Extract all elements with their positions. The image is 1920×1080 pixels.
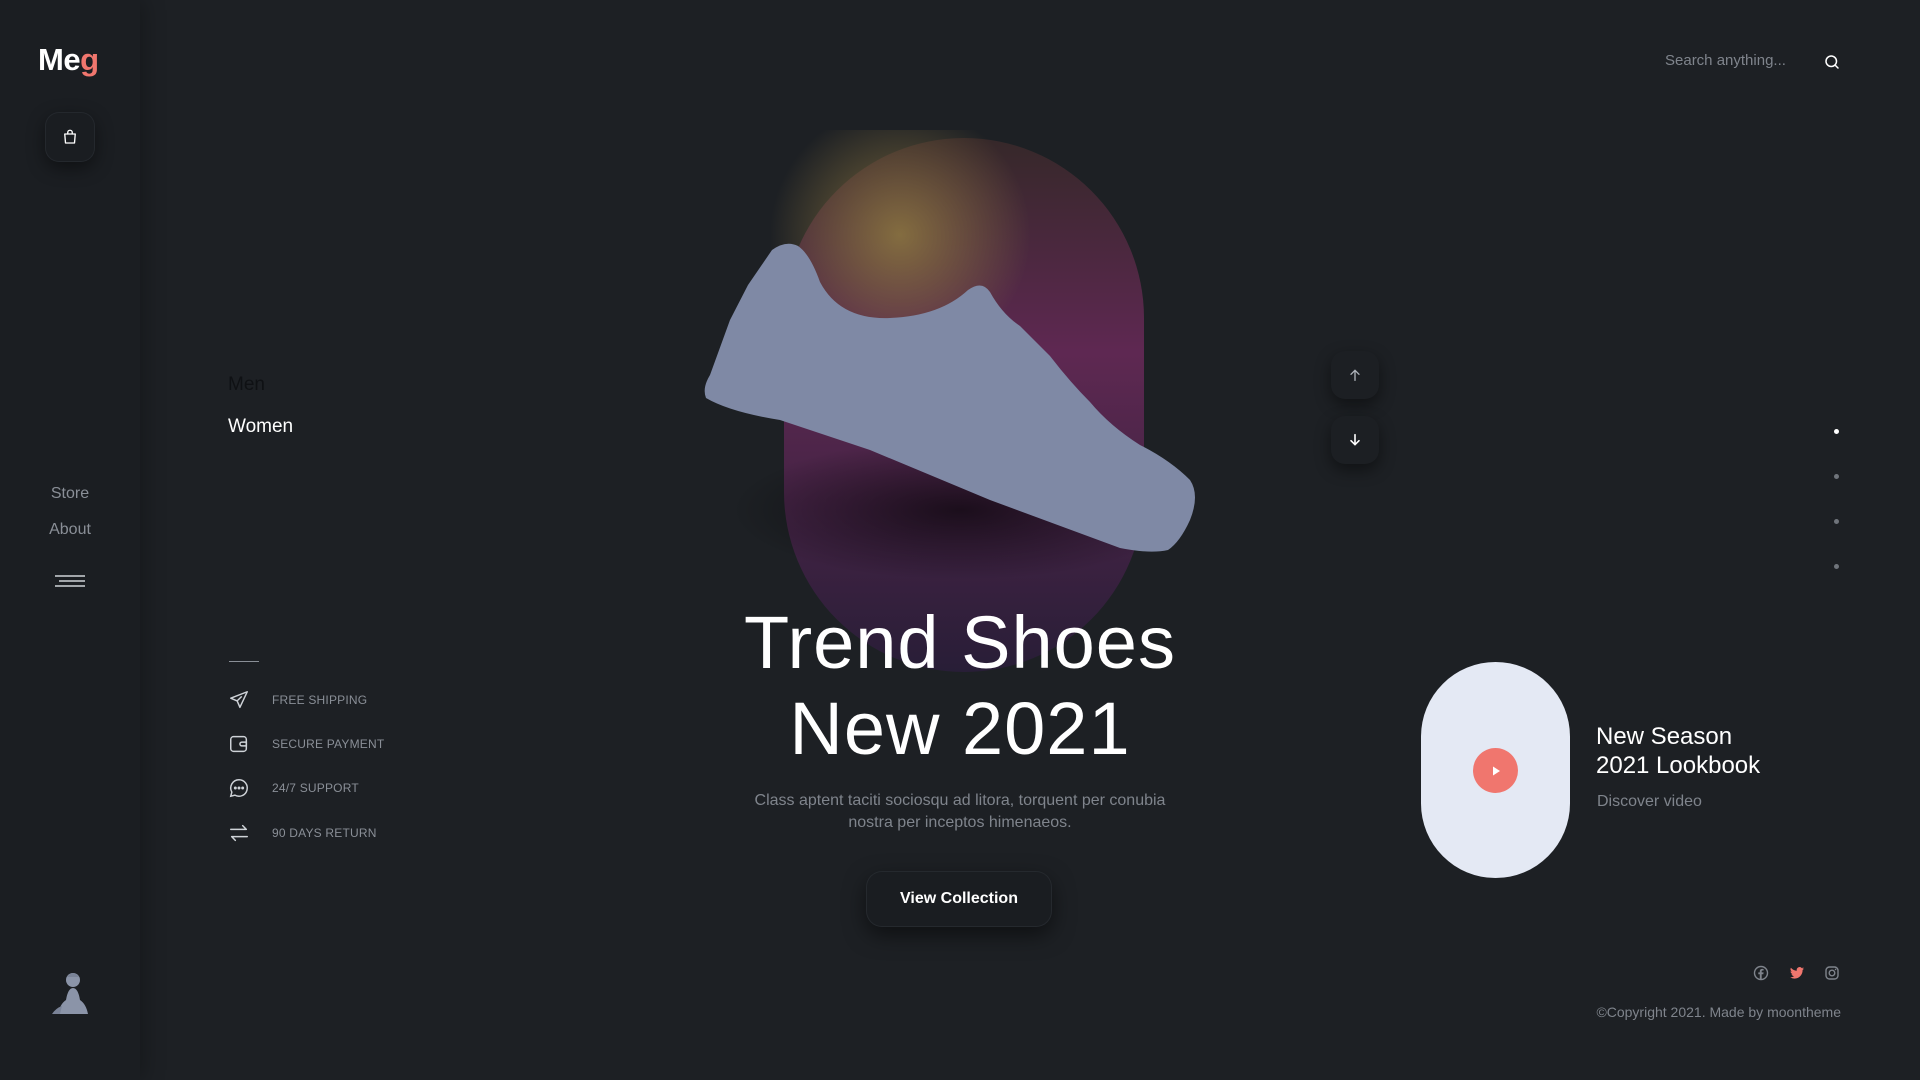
lookbook-title-line2: 2021 Lookbook xyxy=(1596,752,1761,779)
logo-text: Me xyxy=(38,42,81,77)
feature-label: FREE SHIPPING xyxy=(272,693,368,707)
play-video-button[interactable] xyxy=(1473,748,1518,793)
category-women[interactable]: Women xyxy=(228,416,293,438)
shopping-bag-icon xyxy=(64,129,76,144)
search-icon[interactable] xyxy=(1823,53,1841,71)
category-men[interactable]: Men xyxy=(228,374,265,396)
copyright-text: ©Copyright 2021. Made by moontheme xyxy=(1596,1004,1841,1020)
wallet-icon xyxy=(230,735,248,753)
sidebar: Meg Store About xyxy=(0,0,140,1080)
hero-title-line1: Trend Shoes xyxy=(744,601,1176,684)
slide-dot-4[interactable] xyxy=(1834,564,1839,569)
previous-slide-button[interactable] xyxy=(1331,351,1379,399)
play-icon xyxy=(1492,766,1500,775)
nav-link-about[interactable]: About xyxy=(0,521,140,539)
feature-support: 24/7 SUPPORT xyxy=(228,777,359,799)
feature-label: 24/7 SUPPORT xyxy=(272,781,359,795)
slide-dot-1[interactable] xyxy=(1834,429,1839,434)
exchange-arrows-icon xyxy=(230,824,248,842)
chat-bubble-icon xyxy=(229,779,248,798)
twitter-icon[interactable] xyxy=(1789,965,1805,981)
section-divider xyxy=(229,661,259,662)
logo-accent-letter: g xyxy=(80,42,99,77)
next-slide-button[interactable] xyxy=(1331,416,1379,464)
lookbook-title-line1: New Season xyxy=(1596,723,1733,750)
brand-logo[interactable]: Meg xyxy=(38,42,99,78)
feature-returns: 90 DAYS RETURN xyxy=(228,822,377,844)
user-avatar[interactable] xyxy=(46,968,98,1020)
facebook-icon[interactable] xyxy=(1753,965,1769,981)
arrow-up-icon xyxy=(1350,369,1360,381)
nav-link-store[interactable]: Store xyxy=(0,485,140,503)
feature-label: SECURE PAYMENT xyxy=(272,737,385,751)
slide-dot-3[interactable] xyxy=(1834,519,1839,524)
slide-dot-2[interactable] xyxy=(1834,474,1839,479)
lookbook-title: New Season 2021 Lookbook xyxy=(1596,722,1760,780)
cart-button[interactable] xyxy=(45,112,95,162)
hero-description: Class aptent taciti sociosqu ad litora, … xyxy=(754,792,1166,831)
feature-free-shipping: FREE SHIPPING xyxy=(228,689,367,711)
hero-title: Trend Shoes New 2021 xyxy=(660,600,1260,772)
instagram-icon[interactable] xyxy=(1824,965,1840,981)
arrow-down-icon xyxy=(1350,433,1360,446)
search-input[interactable]: Search anything... xyxy=(1665,52,1786,69)
feature-label: 90 DAYS RETURN xyxy=(272,826,377,840)
discover-video-link[interactable]: Discover video xyxy=(1597,793,1702,811)
hero-title-line2: New 2021 xyxy=(789,687,1131,770)
feature-secure-payment: SECURE PAYMENT xyxy=(228,733,384,755)
paper-plane-icon xyxy=(230,691,248,709)
hamburger-menu-icon[interactable] xyxy=(54,574,86,592)
view-collection-button[interactable]: View Collection xyxy=(866,871,1052,927)
